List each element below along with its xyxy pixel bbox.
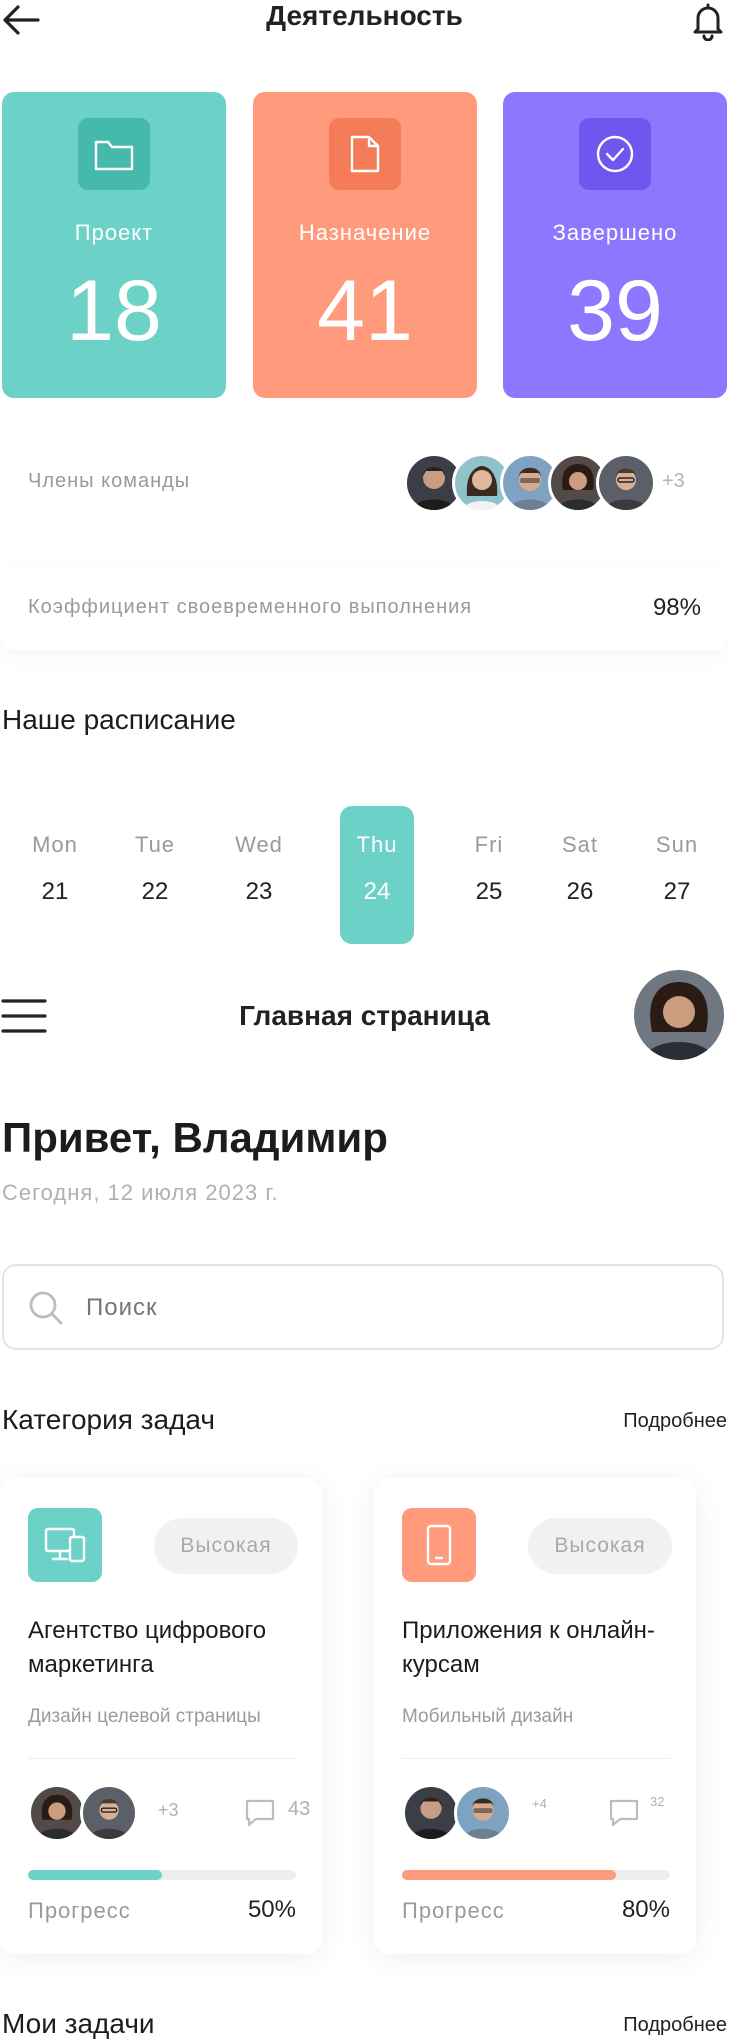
priority-badge: Высокая xyxy=(154,1518,298,1574)
day-name: Sun xyxy=(655,832,699,857)
categories-more-link[interactable]: Подробнее xyxy=(623,1410,727,1433)
task-card[interactable]: Высокая Приложения к онлайн-курсам Мобил… xyxy=(374,1478,696,1954)
check-circle-icon xyxy=(579,118,651,190)
stat-label: Назначение xyxy=(298,220,432,245)
day-number: 26 xyxy=(566,878,594,905)
day-sat[interactable]: Sat 26 xyxy=(543,806,617,944)
progress-label: Прогресс xyxy=(28,1898,131,1923)
day-number: 21 xyxy=(41,878,69,905)
stat-value: 41 xyxy=(317,263,413,359)
on-time-rate-value: 98% xyxy=(652,594,701,621)
stat-value: 39 xyxy=(567,263,663,359)
day-name: Wed xyxy=(235,832,283,857)
page-title: Деятельность xyxy=(266,0,463,31)
progress-label: Прогресс xyxy=(402,1898,505,1923)
stat-value: 18 xyxy=(66,263,162,359)
day-wed[interactable]: Wed 23 xyxy=(222,806,296,944)
task-card[interactable]: Высокая Агентство цифрового маркетинга Д… xyxy=(0,1478,322,1954)
day-tue[interactable]: Tue 22 xyxy=(118,806,192,944)
comment-icon xyxy=(608,1798,640,1833)
avatar xyxy=(28,1784,86,1842)
day-name: Fri xyxy=(474,832,504,857)
task-title: Приложения к онлайн-курсам xyxy=(402,1617,655,1678)
progress-fill xyxy=(402,1870,617,1880)
my-tasks-more-link[interactable]: Подробнее xyxy=(623,2014,727,2037)
categories-title: Категория задач xyxy=(2,1404,215,1435)
progress-fill xyxy=(28,1870,162,1880)
priority-badge: Высокая xyxy=(528,1518,672,1574)
members-extra-count: +4 xyxy=(532,1796,547,1811)
on-time-rate-label: Коэффициент своевременного выполнения xyxy=(28,596,473,618)
schedule-title: Наше расписание xyxy=(2,704,236,735)
day-sun[interactable]: Sun 27 xyxy=(640,806,714,944)
avatar xyxy=(402,1784,460,1842)
greeting: Привет, Владимир xyxy=(2,1114,388,1161)
stat-card-projects[interactable]: Проект 18 xyxy=(2,92,226,398)
progress-bar xyxy=(402,1870,670,1880)
day-thu-selected[interactable]: Thu 24 xyxy=(340,806,414,944)
avatar xyxy=(454,1784,512,1842)
day-number: 27 xyxy=(663,878,691,905)
day-name: Thu xyxy=(356,832,398,857)
on-time-rate-row: Коэффициент своевременного выполнения 98… xyxy=(0,566,729,650)
day-number: 22 xyxy=(141,878,169,905)
my-tasks-title: Мои задачи xyxy=(2,2008,155,2039)
day-name: Tue xyxy=(134,832,176,857)
day-name: Mon xyxy=(32,832,78,857)
stat-label: Завершено xyxy=(552,220,678,245)
day-mon[interactable]: Mon 21 xyxy=(18,806,92,944)
divider xyxy=(28,1758,296,1759)
comment-count: 32 xyxy=(650,1794,665,1809)
home-title: Главная страница xyxy=(239,1000,490,1031)
stat-label: Проект xyxy=(74,220,154,245)
today-date: Сегодня, 12 июля 2023 г. xyxy=(2,1180,279,1205)
comment-count: 43 xyxy=(288,1798,311,1820)
progress-value: 50% xyxy=(247,1896,296,1923)
divider xyxy=(402,1758,670,1759)
search-input[interactable] xyxy=(84,1284,688,1332)
members-extra-count: +3 xyxy=(158,1800,179,1820)
avatar xyxy=(80,1784,138,1842)
avatar xyxy=(596,453,656,513)
search-field[interactable] xyxy=(2,1264,724,1350)
day-name: Sat xyxy=(561,832,599,857)
user-avatar[interactable] xyxy=(634,970,724,1060)
team-members-label: Члены команды xyxy=(28,470,191,492)
progress-value: 80% xyxy=(621,1896,670,1923)
task-subtitle: Мобильный дизайн xyxy=(402,1706,574,1727)
day-number: 23 xyxy=(245,878,273,905)
task-subtitle: Дизайн целевой страницы xyxy=(28,1706,261,1727)
stat-card-completed[interactable]: Завершено 39 xyxy=(503,92,727,398)
devices-icon xyxy=(28,1508,102,1582)
team-members-row[interactable]: Члены команды +3 xyxy=(0,436,729,526)
comment-icon xyxy=(244,1798,276,1833)
stat-card-assignments[interactable]: Назначение 41 xyxy=(253,92,477,398)
day-fri[interactable]: Fri 25 xyxy=(452,806,526,944)
document-icon xyxy=(329,118,401,190)
progress-bar xyxy=(28,1870,296,1880)
task-title: Агентство цифрового маркетинга xyxy=(28,1617,267,1678)
day-number: 24 xyxy=(363,878,391,905)
phone-icon xyxy=(402,1508,476,1582)
search-icon xyxy=(28,1290,64,1331)
day-number: 25 xyxy=(475,878,503,905)
team-extra-count: +3 xyxy=(662,470,685,492)
folder-icon xyxy=(78,118,150,190)
bell-icon[interactable] xyxy=(690,0,726,42)
